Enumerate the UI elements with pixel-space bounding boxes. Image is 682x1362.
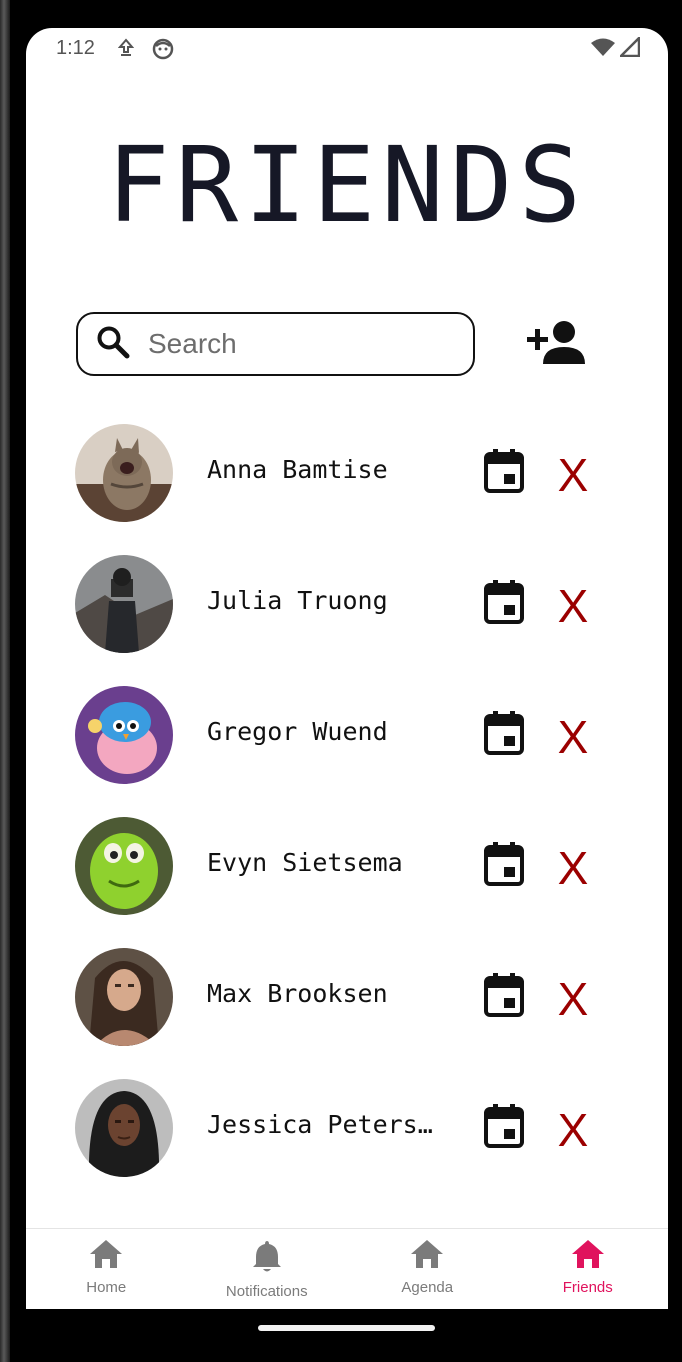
download-icon [117, 38, 135, 63]
nav-item-friends[interactable]: Friends [508, 1229, 669, 1309]
friend-avatar [75, 555, 173, 653]
nav-label: Agenda [401, 1279, 454, 1296]
calendar-icon [484, 1103, 524, 1153]
schedule-button[interactable] [481, 448, 527, 498]
friend-row: Max Brooksen X [26, 948, 668, 1048]
bottom-navigation: Home Notifications Agenda Friends [26, 1228, 668, 1309]
app-screen: 1:12 FRIENDS Search Anna Bamtise X Julia… [26, 28, 668, 1309]
calendar-icon [484, 972, 524, 1022]
friend-row: Gregor Wuend X [26, 686, 668, 786]
schedule-button[interactable] [481, 972, 527, 1022]
home-icon [89, 1239, 123, 1274]
nav-item-agenda[interactable]: Agenda [347, 1229, 508, 1309]
friend-row: Anna Bamtise X [26, 424, 668, 524]
friend-name: Gregor Wuend [207, 717, 388, 746]
remove-friend-button[interactable]: X [550, 579, 596, 633]
friend-name: Jessica Peters… [207, 1110, 433, 1139]
calendar-icon [484, 710, 524, 760]
schedule-button[interactable] [481, 1103, 527, 1153]
friend-avatar [75, 686, 173, 784]
friend-row: Jessica Peters… X [26, 1079, 668, 1179]
status-bar: 1:12 [26, 28, 668, 70]
friend-avatar [75, 1079, 173, 1177]
remove-friend-button[interactable]: X [550, 1103, 596, 1157]
remove-friend-button[interactable]: X [550, 710, 596, 764]
home-gesture-bar[interactable] [258, 1325, 435, 1331]
remove-friend-button[interactable]: X [550, 972, 596, 1026]
home-icon [571, 1239, 605, 1274]
search-bar[interactable] [76, 312, 475, 376]
friend-name: Evyn Sietsema [207, 848, 403, 877]
search-input[interactable] [148, 328, 438, 360]
friend-name: Anna Bamtise [207, 455, 388, 484]
friend-row: Julia Truong X [26, 555, 668, 655]
friend-row: Evyn Sietsema X [26, 817, 668, 917]
add-person-icon [527, 320, 587, 371]
friend-name: Julia Truong [207, 586, 388, 615]
schedule-button[interactable] [481, 710, 527, 760]
nav-label: Home [86, 1279, 127, 1296]
page-title: FRIENDS [106, 124, 588, 246]
schedule-button[interactable] [481, 579, 527, 629]
calendar-icon [484, 579, 524, 629]
friend-avatar [75, 817, 173, 915]
friend-name: Max Brooksen [207, 979, 388, 1008]
wifi-icon [590, 37, 616, 62]
home-icon [410, 1239, 444, 1274]
nav-item-notifications[interactable]: Notifications [187, 1229, 348, 1309]
remove-friend-button[interactable]: X [550, 448, 596, 502]
status-time: 1:12 [56, 37, 95, 59]
signal-icon [617, 34, 641, 62]
nav-item-home[interactable]: Home [26, 1229, 187, 1309]
bell-icon [250, 1239, 284, 1278]
friend-avatar [75, 424, 173, 522]
remove-friend-button[interactable]: X [550, 841, 596, 895]
nav-label: Friends [562, 1279, 613, 1296]
face-icon [152, 38, 174, 65]
calendar-icon [484, 841, 524, 891]
search-icon [96, 325, 130, 364]
friend-avatar [75, 948, 173, 1046]
schedule-button[interactable] [481, 841, 527, 891]
add-friend-button[interactable] [525, 317, 589, 373]
device-frame [0, 0, 10, 1362]
calendar-icon [484, 448, 524, 498]
nav-label: Notifications [225, 1283, 308, 1300]
